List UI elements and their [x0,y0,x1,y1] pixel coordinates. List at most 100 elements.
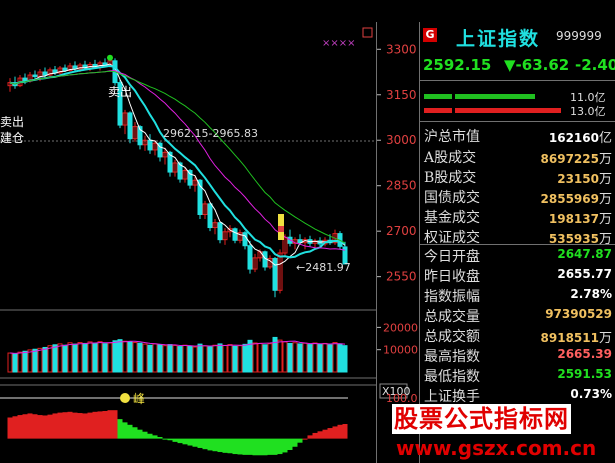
stat-value: 2665.39 [557,347,612,362]
stat-row: 指数振幅 2.78% [424,286,612,305]
volume-bar [27,349,33,373]
indicator-bar [182,438,188,445]
candle-body [62,67,68,72]
indicator-bar [62,412,68,439]
indicator-bar [332,426,338,439]
indicator-bar [47,414,53,439]
indicator-bar [137,429,143,439]
volume-bar [167,344,173,373]
indicator-bar [152,435,158,439]
g-badge[interactable]: G [423,28,437,42]
volume-bar [132,342,138,373]
indicator-bar [92,411,98,439]
volume-bar [327,344,333,373]
volume-bar [172,344,178,373]
indicator-bar [67,411,73,439]
index-name: 上证指数 [456,28,541,50]
volume-series [7,336,348,373]
stat-label: 总成交量 [424,309,480,325]
stat-number: 0.73% [570,387,612,401]
indicator-bar [162,438,168,440]
volume-bar [287,342,293,373]
volume-bar [72,343,78,373]
indicator-bar [187,438,193,446]
indicator-bar [42,415,48,439]
ma30-line [9,70,346,244]
volume-bar [222,344,228,373]
volume-bar [277,339,283,373]
volume-bar [202,345,208,373]
stat-unit: 万 [598,192,612,207]
sell-label-left: 卖出 [0,115,24,129]
volume-bar [177,346,183,373]
volume-bar [47,345,53,373]
volume-bar-green-b [455,94,535,99]
indicator-bar [247,438,253,455]
volume-bar [142,343,148,373]
stat-value: 97390529 [545,307,612,322]
indicator-bar [157,437,163,439]
indicator-bar [12,416,18,439]
volume-bar [62,344,68,373]
stat-label: 基金成交 [424,210,480,226]
stat-number: 2655.77 [557,267,612,281]
volume-bar [317,343,323,373]
volume-bar [32,348,38,373]
volume-bar [17,351,23,373]
stat-unit: 万 [598,172,612,187]
candle-body [42,71,48,76]
indicator-bar [222,438,228,453]
stat-value: 198137万 [549,208,612,227]
price-tick-label: 2700 [386,224,417,238]
stat-row: 上证换手 0.73% [424,386,612,405]
candle-body [127,112,133,140]
indicator-bar [287,438,293,450]
indicator-bar [112,410,118,439]
price-tick-label: 3000 [386,133,417,147]
stat-row: B股成交 23150万 [424,167,612,187]
sell-label: 卖出 [108,85,132,99]
price-tick-label: 2550 [386,270,417,284]
indicator-bar [167,438,173,441]
volume-bar [302,342,308,373]
peak-label: 峰 [133,392,145,406]
stat-row: 沪总市值 162160亿 [424,126,612,146]
stat-number: 2647.87 [557,247,612,261]
indicator-bar [257,438,263,456]
stat-label: 国债成交 [424,190,480,206]
stat-value: 2.78% [570,287,612,302]
candle-body [217,222,223,241]
volume-bar [282,341,288,373]
indicator-bar [7,417,13,439]
indicator-bar [87,412,93,439]
price-axis-separator [376,22,377,463]
header-divider [420,80,615,81]
stat-value: 0.73% [570,387,612,402]
indicator-bar [142,431,148,439]
stat-unit: 亿 [598,131,612,146]
volume-bar-green-a [424,94,452,99]
volume-bar [122,340,128,373]
volume-bar [82,342,88,373]
volume-bar [242,343,248,373]
stat-value: 2647.87 [557,247,612,262]
volume-bar [267,343,273,373]
stat-label: B股成交 [424,170,477,186]
volume-tick-label: 10000 [383,344,418,357]
stat-label: 总成交额 [424,329,480,345]
volume-bar [127,341,133,373]
axis-labels: 330031503000285027002550××××2000010000X1… [322,27,418,405]
indicator-bar [232,438,238,455]
volume-bar [187,345,193,373]
indicator-bar [252,438,258,456]
stat-unit: 万 [598,152,612,167]
stat-value: 8918511万 [541,327,612,346]
stat-value: 8697225万 [541,148,612,167]
indicator-bar [17,415,23,439]
indicator-bar [207,438,213,451]
watermark-title: 股票公式指标网 [392,404,571,434]
volume-bar [182,344,188,373]
indicator-bar [322,429,328,439]
price-row: 2592.15 ▼-63.62 -2.40 [420,56,615,76]
stat-value: 23150万 [557,168,612,187]
